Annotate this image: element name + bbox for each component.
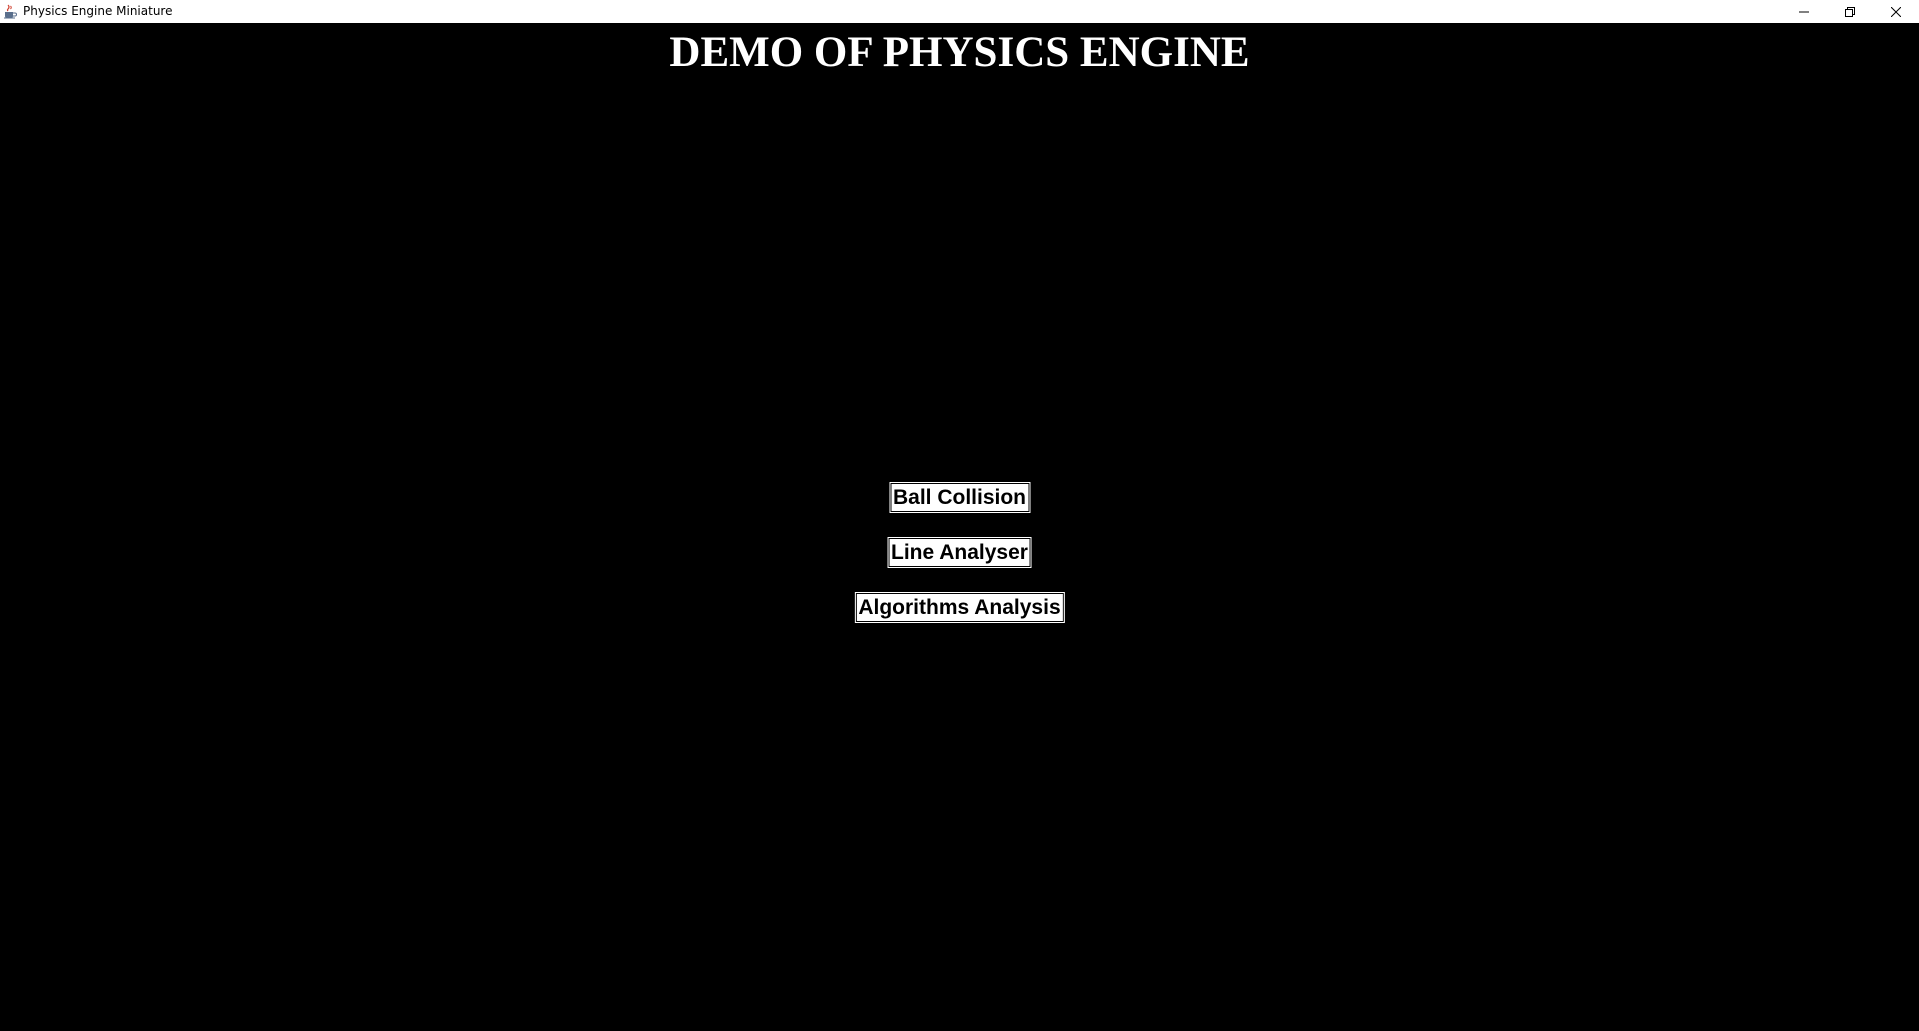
title-bar[interactable]: Physics Engine Miniature (0, 0, 1919, 23)
page-title: DEMO OF PHYSICS ENGINE (669, 29, 1250, 76)
algorithms-analysis-button[interactable]: Algorithms Analysis (854, 592, 1065, 623)
close-icon (1891, 6, 1901, 17)
main-panel: DEMO OF PHYSICS ENGINE Ball Collision Li… (0, 23, 1919, 1031)
java-cup-icon (2, 3, 18, 19)
minimize-button[interactable] (1781, 0, 1827, 23)
close-button[interactable] (1873, 0, 1919, 23)
minimize-icon (1799, 7, 1809, 17)
line-analyser-button[interactable]: Line Analyser (887, 537, 1032, 568)
restore-button[interactable] (1827, 0, 1873, 23)
window-title: Physics Engine Miniature (23, 4, 173, 18)
restore-icon (1845, 6, 1855, 17)
app-window: Physics Engine Miniature DEMO OF PHYSICS… (0, 0, 1919, 1031)
ball-collision-button[interactable]: Ball Collision (888, 482, 1031, 513)
